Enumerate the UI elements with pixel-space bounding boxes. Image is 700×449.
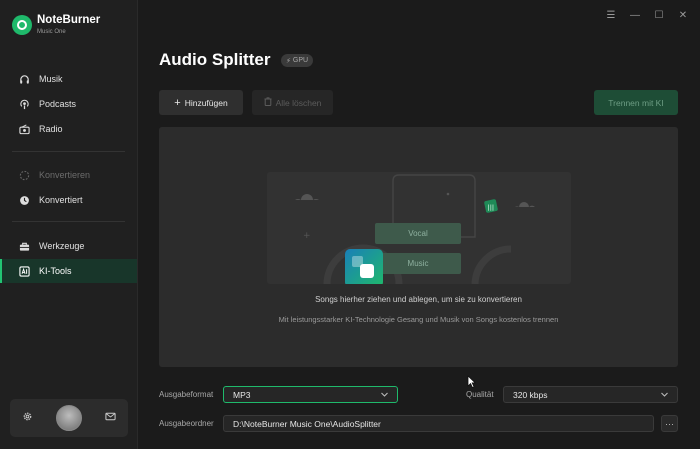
chevron-down-icon <box>660 390 669 399</box>
convert-icon <box>19 170 30 181</box>
sidebar-divider <box>12 151 125 152</box>
app-name: NoteBurner <box>37 14 101 26</box>
add-button[interactable]: + Hinzufügen <box>159 90 243 115</box>
lightning-icon: ⚡ <box>286 57 291 65</box>
chevron-down-icon <box>380 390 389 399</box>
sidebar-item-label: Podcasts <box>39 99 77 109</box>
output-folder-input[interactable]: D:\NoteBurner Music One\AudioSplitter <box>223 415 654 432</box>
sidebar-item-label: Konvertiert <box>39 195 83 205</box>
quality-value: 320 kbps <box>513 389 548 400</box>
page-title: Audio Splitter <box>159 50 271 69</box>
sidebar-item-musik[interactable]: Musik <box>0 67 137 91</box>
sidebar-item-label: KI-Tools <box>39 266 72 276</box>
menu-icon[interactable]: ☰ <box>606 10 616 21</box>
sidebar-item-konvertiert[interactable]: Konvertiert <box>0 188 137 212</box>
add-button-label: Hinzufügen <box>184 97 228 108</box>
vocal-track-label: Vocal <box>375 223 461 244</box>
settings-gear-icon[interactable] <box>22 409 33 427</box>
toolbox-icon <box>19 241 30 252</box>
mouse-cursor-icon <box>467 375 477 393</box>
plus-icon: + <box>174 96 181 109</box>
format-select[interactable]: MP3 <box>223 386 398 403</box>
folder-label: Ausgabeordner <box>159 419 214 428</box>
sidebar-item-podcasts[interactable]: Podcasts <box>0 92 137 116</box>
gpu-badge: ⚡ GPU <box>281 54 314 67</box>
svg-text:|||: ||| <box>488 204 495 212</box>
minimize-icon[interactable]: — <box>630 10 640 21</box>
delete-all-label: Alle löschen <box>275 97 322 108</box>
drop-hint-secondary: Mit leistungsstarker KI-Technologie Gesa… <box>278 315 559 324</box>
sidebar-divider <box>12 221 125 222</box>
headphones-icon <box>19 74 30 85</box>
splitter-app-icon <box>345 249 383 284</box>
split-with-ai-button[interactable]: Trennen mit KI <box>594 90 678 115</box>
sidebar-item-radio[interactable]: Radio <box>0 117 137 141</box>
folder-path: D:\NoteBurner Music One\AudioSplitter <box>233 418 381 429</box>
sidebar-item-ki-tools[interactable]: KI-Tools <box>0 259 137 283</box>
window-controls: ☰ — ☐ ✕ <box>606 10 688 21</box>
close-icon[interactable]: ✕ <box>678 10 688 21</box>
mail-icon[interactable] <box>105 409 116 427</box>
sidebar: NoteBurner Music One Musik Podcasts Radi… <box>0 0 138 449</box>
podcast-icon <box>19 99 30 110</box>
sidebar-item-werkzeuge[interactable]: Werkzeuge <box>0 234 137 258</box>
music-track-label: Music <box>375 253 461 274</box>
noteburner-logo-icon <box>12 15 32 35</box>
sidebar-item-label: Radio <box>39 124 63 134</box>
quality-select[interactable]: 320 kbps <box>503 386 678 403</box>
avatar[interactable] <box>56 405 82 431</box>
gpu-badge-label: GPU <box>292 57 309 64</box>
radio-icon <box>19 124 30 135</box>
drop-hint-primary: Songs hierher ziehen und ablegen, um sie… <box>315 295 522 304</box>
sidebar-item-label: Werkzeuge <box>39 241 85 251</box>
format-label: Ausgabeformat <box>159 390 214 399</box>
app-subtitle: Music One <box>37 29 66 35</box>
drop-zone[interactable]: + ||| Vocal Music Songs hierher ziehen u… <box>159 127 678 367</box>
maximize-icon[interactable]: ☐ <box>654 10 664 21</box>
sidebar-item-label: Musik <box>39 74 63 84</box>
sidebar-item-label: Konvertieren <box>39 170 91 180</box>
sidebar-item-konvertieren[interactable]: Konvertieren <box>0 163 137 187</box>
brand: NoteBurner Music One <box>12 14 100 36</box>
svg-text:+: + <box>303 231 311 241</box>
delete-all-button[interactable]: Alle löschen <box>252 90 333 115</box>
splitter-illustration: + ||| Vocal Music <box>267 172 571 284</box>
trash-icon <box>264 97 272 108</box>
clock-icon <box>19 195 30 206</box>
format-value: MP3 <box>233 389 251 400</box>
sidebar-bottom-bar <box>10 399 128 437</box>
ai-icon <box>19 265 30 277</box>
browse-folder-button[interactable]: ··· <box>661 415 678 432</box>
